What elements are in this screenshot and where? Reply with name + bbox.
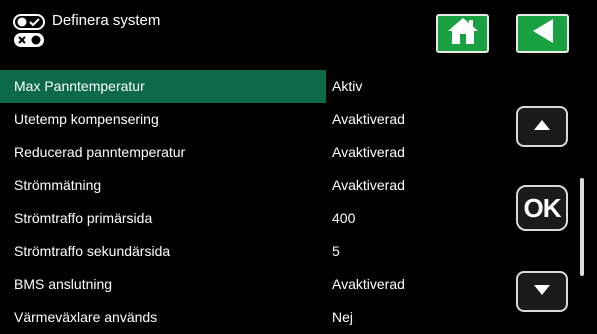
setting-row-max-panntemperatur[interactable]: Max Panntemperatur Aktiv <box>0 70 572 103</box>
setting-value: Avaktiverad <box>332 111 405 127</box>
setting-label: Värmeväxlare används <box>14 309 158 325</box>
setting-row-strommatning[interactable]: Strömmätning Avaktiverad <box>0 169 572 202</box>
setting-label: Utetemp kompensering <box>14 111 159 127</box>
toggle-switches-icon <box>12 12 46 50</box>
setting-label: Strömtraffo primärsida <box>14 210 153 226</box>
setting-row-stromtraffo-primarsida[interactable]: Strömtraffo primärsida 400 <box>0 202 572 235</box>
setting-value: Avaktiverad <box>332 144 405 160</box>
header-bar: Definera system <box>0 0 597 64</box>
setting-value: Aktiv <box>332 78 363 94</box>
setting-label: Max Panntemperatur <box>0 70 326 103</box>
page-title: Definera system <box>52 12 161 29</box>
setting-row-bms-anslutning[interactable]: BMS anslutning Avaktiverad <box>0 268 572 301</box>
arrow-down-icon <box>533 283 551 301</box>
scroll-up-button[interactable] <box>516 106 568 147</box>
setting-value: Nej <box>332 309 354 325</box>
setting-label: Strömmätning <box>14 177 102 193</box>
setting-label: Strömtraffo sekundärsida <box>14 243 171 259</box>
setting-row-varmevaxlare-anvands[interactable]: Värmeväxlare används Nej <box>0 301 572 334</box>
back-arrow-icon <box>531 18 555 49</box>
setting-value: Avaktiverad <box>332 276 405 292</box>
back-button[interactable] <box>516 14 569 53</box>
scroll-down-button[interactable] <box>516 271 568 312</box>
home-button[interactable] <box>436 14 489 53</box>
setting-label: Reducerad panntemperatur <box>14 144 186 160</box>
setting-value: 5 <box>332 243 340 259</box>
setting-row-utetemp-kompensering[interactable]: Utetemp kompensering Avaktiverad <box>0 103 572 136</box>
setting-row-stromtraffo-sekundarsida[interactable]: Strömtraffo sekundärsida 5 <box>0 235 572 268</box>
arrow-up-icon <box>533 118 551 136</box>
setting-value: Avaktiverad <box>332 177 405 193</box>
scrollbar[interactable] <box>580 178 584 276</box>
settings-list: Max Panntemperatur Aktiv Utetemp kompens… <box>0 70 572 334</box>
setting-row-reducerad-panntemperatur[interactable]: Reducerad panntemperatur Avaktiverad <box>0 136 572 169</box>
setting-label: BMS anslutning <box>14 276 113 292</box>
home-icon <box>447 17 479 50</box>
ok-button[interactable]: OK <box>516 185 568 231</box>
setting-value: 400 <box>332 210 356 226</box>
